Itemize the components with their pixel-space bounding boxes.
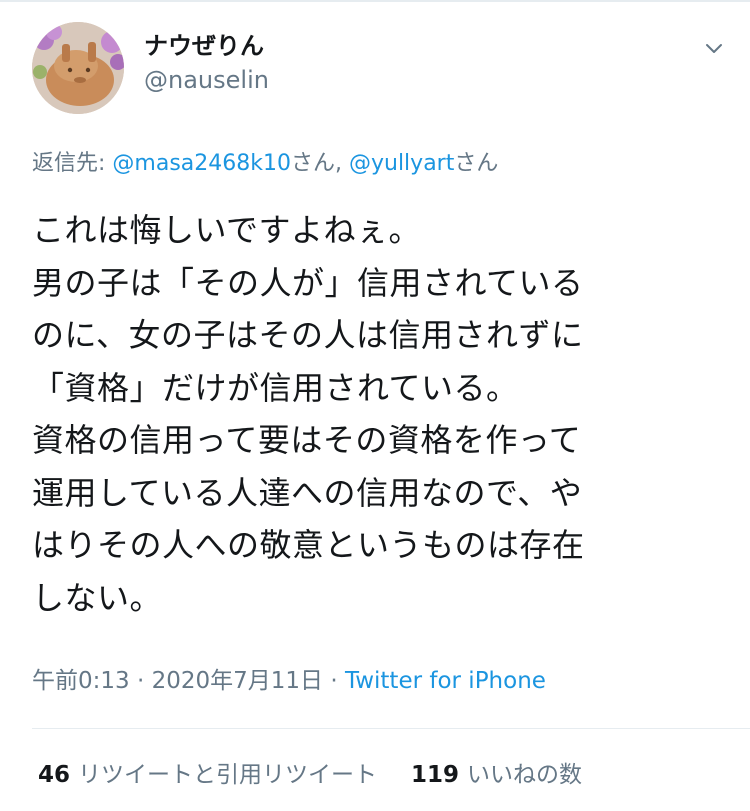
tweet-time[interactable]: 午前0:13 [32,668,130,694]
likes-count: 119 [411,762,460,788]
meta-separator-1: · [129,668,152,694]
mention-link-2[interactable]: @yullyart [349,151,454,176]
user-handle[interactable]: @nauselin [144,62,269,98]
tweet-date[interactable]: 2020年7月11日 [152,668,323,694]
mention-link-1[interactable]: @masa2468k10 [112,151,291,176]
tweet-header: ナウぜりん @nauselin [32,22,732,114]
user-names: ナウぜりん @nauselin [144,30,269,98]
avatar[interactable] [32,22,124,114]
tweet-text: これは悔しいですよねぇ。 男の子は「その人が」信用されている のに、女の子はその… [32,211,585,617]
reply-suffix-2: さん [454,151,499,176]
reply-prefix: 返信先: [32,151,113,176]
reply-to-line: 返信先: @masa2468k10さん, @yullyartさん [32,148,498,180]
avatar-image [32,22,124,114]
meta-separator-2: · [323,668,345,694]
top-divider [0,0,750,2]
retweets-label: リツイートと引用リツイート [78,762,378,788]
tweet-menu-button[interactable] [696,30,732,66]
display-name[interactable]: ナウぜりん [144,30,269,62]
likes-label: いいねの数 [467,762,583,788]
tweet-stats: 46 リツイートと引用リツイート 119 いいねの数 [38,758,582,792]
stats-divider [32,728,750,729]
retweets-stat[interactable]: 46 リツイートと引用リツイート [38,758,377,792]
reply-suffix-1: さん, [290,151,349,176]
tweet-meta: 午前0:13 · 2020年7月11日 · Twitter for iPhone [32,664,546,698]
tweet-source-link[interactable]: Twitter for iPhone [345,668,546,694]
likes-stat[interactable]: 119 いいねの数 [411,758,582,792]
chevron-down-icon [706,44,722,53]
retweets-count: 46 [38,762,71,788]
